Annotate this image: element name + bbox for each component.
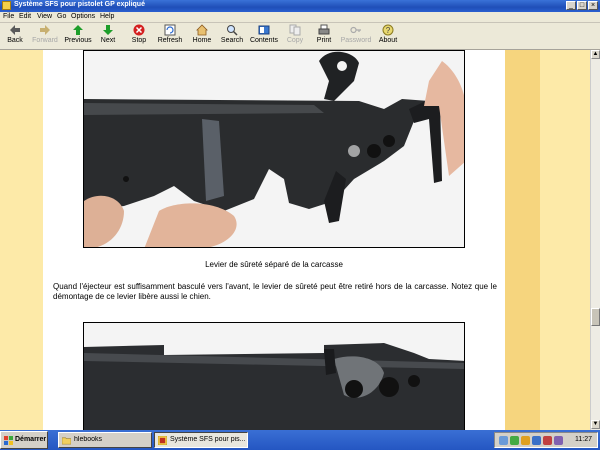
menu-options[interactable]: Options	[71, 13, 95, 20]
forward-button[interactable]: Forward	[30, 24, 60, 49]
content-area: Levier de sûreté séparé de la carcasse Q…	[0, 50, 590, 430]
stop-button[interactable]: Stop	[126, 24, 152, 49]
menu-help[interactable]: Help	[100, 13, 114, 20]
menu-view[interactable]: View	[37, 13, 52, 20]
right-margin	[540, 50, 590, 430]
toolbar: Back Forward Previous Next Stop Refresh …	[0, 23, 600, 50]
copy-button[interactable]: Copy	[283, 24, 307, 49]
contents-button[interactable]: Contents	[249, 24, 279, 49]
photo-safety-lever-removed	[83, 50, 465, 248]
folder-icon	[62, 437, 71, 445]
maximize-button[interactable]: □	[577, 1, 587, 10]
volume-icon[interactable]	[554, 436, 563, 445]
task-hlebooks[interactable]: hlebooks	[58, 432, 152, 448]
contents-icon	[258, 25, 270, 35]
copy-icon	[289, 24, 301, 36]
window-title: Système SFS pour pistolet GP expliqué	[14, 1, 145, 8]
print-button[interactable]: Print	[312, 24, 336, 49]
menu-go[interactable]: Go	[57, 13, 66, 20]
previous-button[interactable]: Previous	[63, 24, 93, 49]
down-arrow-icon	[103, 25, 113, 35]
vertical-scrollbar[interactable]: ▲ ▼	[590, 50, 600, 430]
menu-edit[interactable]: Edit	[19, 13, 31, 20]
home-icon	[196, 24, 208, 36]
password-button[interactable]: Password	[339, 24, 373, 49]
security-icon[interactable]	[543, 436, 552, 445]
key-icon	[350, 26, 361, 34]
back-arrow-icon	[10, 25, 20, 35]
refresh-button[interactable]: Refresh	[156, 24, 184, 49]
scroll-up-arrow-icon[interactable]: ▲	[591, 50, 600, 59]
antivirus-icon[interactable]	[510, 436, 519, 445]
home-button[interactable]: Home	[189, 24, 215, 49]
next-button[interactable]: Next	[95, 24, 121, 49]
menu-file[interactable]: File	[3, 13, 14, 20]
scroll-down-arrow-icon[interactable]: ▼	[591, 420, 600, 429]
sync-icon[interactable]	[532, 436, 541, 445]
task-current-document[interactable]: Système SFS pour pis...	[154, 432, 248, 448]
svg-text:?: ?	[386, 26, 391, 35]
scroll-thumb[interactable]	[591, 308, 600, 326]
close-button[interactable]: ×	[588, 1, 598, 10]
search-icon	[227, 25, 238, 36]
forward-arrow-icon	[40, 25, 50, 35]
search-button[interactable]: Search	[219, 24, 245, 49]
up-arrow-icon	[73, 25, 83, 35]
left-margin	[0, 50, 43, 430]
body-paragraph: Quand l'éjecteur est suffisamment bascul…	[53, 282, 497, 301]
right-stripe	[505, 50, 540, 430]
page-body: Levier de sûreté séparé de la carcasse Q…	[43, 50, 505, 430]
clock: 11:27	[575, 436, 592, 443]
print-icon	[318, 24, 330, 35]
minimize-button[interactable]: _	[566, 1, 576, 10]
app-icon	[2, 1, 11, 10]
title-bar: Système SFS pour pistolet GP expliqué _ …	[0, 0, 600, 12]
back-button[interactable]: Back	[2, 24, 28, 49]
start-button[interactable]: Démarrer	[0, 431, 48, 449]
refresh-icon	[164, 24, 176, 36]
menu-bar: File Edit View Go Options Help	[0, 12, 600, 23]
windows-logo-icon	[4, 436, 13, 445]
ebook-icon	[158, 436, 167, 445]
about-button[interactable]: ? About	[375, 24, 401, 49]
about-icon: ?	[382, 24, 394, 36]
update-icon[interactable]	[521, 436, 530, 445]
image-caption: Levier de sûreté séparé de la carcasse	[205, 260, 343, 269]
stop-icon	[133, 24, 145, 36]
photo-frame-detail	[83, 322, 465, 430]
network-icon[interactable]	[499, 436, 508, 445]
taskbar: Démarrer hlebooks Système SFS pour pis..…	[0, 430, 600, 450]
system-tray: 11:27	[494, 432, 598, 448]
